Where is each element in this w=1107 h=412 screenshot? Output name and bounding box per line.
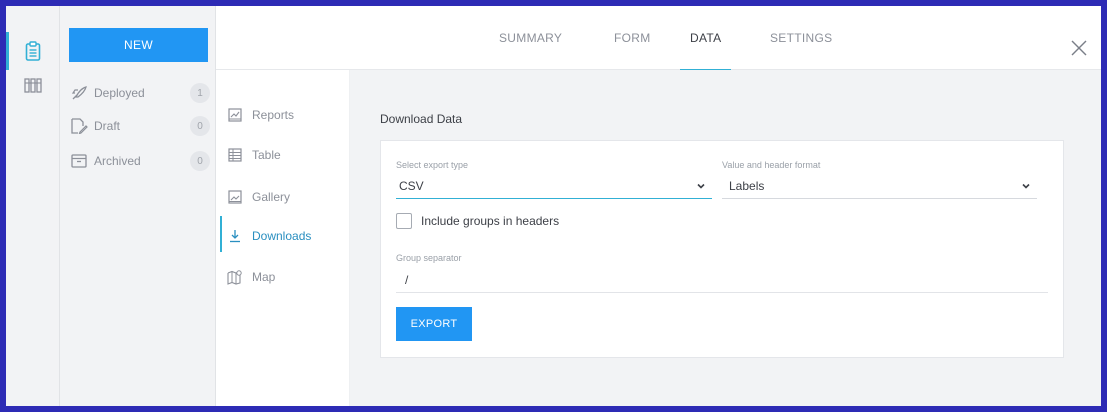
tab-summary[interactable]: SUMMARY bbox=[499, 6, 562, 70]
table-icon bbox=[226, 146, 244, 164]
new-button[interactable]: NEW bbox=[69, 28, 208, 62]
project-filter-label: Deployed bbox=[94, 86, 145, 100]
project-filter-archived[interactable]: Archived 0 bbox=[70, 150, 210, 172]
export-type-label: Select export type bbox=[396, 160, 469, 170]
close-button[interactable] bbox=[1069, 38, 1089, 58]
app-frame: NEW Deployed 1 Draft 0 Archived 0 SUMMAR… bbox=[6, 6, 1101, 406]
active-indicator bbox=[220, 216, 222, 252]
icon-rail bbox=[6, 6, 60, 406]
chevron-down-icon bbox=[697, 183, 705, 189]
subnav-label: Map bbox=[252, 270, 276, 284]
subnav-item-reports[interactable]: Reports bbox=[226, 104, 346, 126]
subnav-item-downloads[interactable]: Downloads bbox=[226, 225, 346, 247]
group-separator-input[interactable]: / bbox=[396, 267, 1048, 293]
tab-form[interactable]: FORM bbox=[614, 6, 651, 70]
draft-icon bbox=[70, 117, 90, 135]
tab-settings[interactable]: SETTINGS bbox=[770, 6, 832, 70]
project-filter-label: Draft bbox=[94, 119, 121, 133]
map-icon bbox=[226, 268, 244, 286]
projects-panel: NEW Deployed 1 Draft 0 Archived 0 bbox=[60, 6, 216, 406]
subnav-item-map[interactable]: Map bbox=[226, 266, 346, 288]
subnav-label: Downloads bbox=[252, 229, 312, 243]
data-subnav: Reports Table Gallery Downloads Map bbox=[216, 70, 350, 406]
chevron-down-icon bbox=[1022, 183, 1030, 189]
separator-value: / bbox=[405, 272, 409, 287]
library-rail-button[interactable] bbox=[18, 70, 48, 100]
rocket-icon bbox=[70, 84, 90, 102]
count-badge: 0 bbox=[190, 116, 210, 136]
export-card: Select export type CSV Value and header … bbox=[380, 140, 1064, 358]
separator-label: Group separator bbox=[396, 253, 462, 263]
section-title: Download Data bbox=[380, 112, 463, 126]
forms-rail-button[interactable] bbox=[6, 32, 48, 70]
include-groups-label: Include groups in headers bbox=[421, 214, 560, 228]
project-filter-draft[interactable]: Draft 0 bbox=[70, 115, 210, 137]
library-icon bbox=[24, 78, 42, 93]
subnav-item-gallery[interactable]: Gallery bbox=[226, 186, 346, 208]
format-value: Labels bbox=[729, 178, 765, 193]
include-groups-row[interactable]: Include groups in headers bbox=[396, 213, 559, 229]
clipboard-icon bbox=[25, 41, 41, 61]
project-filter-label: Archived bbox=[94, 154, 141, 168]
format-select[interactable]: Labels bbox=[722, 173, 1037, 199]
top-tab-bar: SUMMARY FORM DATA SETTINGS bbox=[216, 6, 1101, 71]
subnav-label: Gallery bbox=[252, 190, 291, 204]
downloads-content: Download Data Select export type CSV Val… bbox=[350, 70, 1101, 406]
export-type-value: CSV bbox=[399, 178, 424, 193]
subnav-label: Reports bbox=[252, 108, 295, 122]
reports-icon bbox=[226, 106, 244, 124]
close-icon bbox=[1071, 40, 1087, 56]
include-groups-checkbox[interactable] bbox=[396, 213, 412, 229]
main-area: SUMMARY FORM DATA SETTINGS Reports Table… bbox=[216, 6, 1101, 406]
tab-data[interactable]: DATA bbox=[679, 6, 733, 71]
subnav-item-table[interactable]: Table bbox=[226, 144, 346, 166]
format-label: Value and header format bbox=[722, 160, 821, 170]
download-icon bbox=[226, 227, 244, 245]
export-button[interactable]: EXPORT bbox=[396, 307, 472, 341]
gallery-icon bbox=[226, 188, 244, 206]
subnav-label: Table bbox=[252, 148, 281, 162]
export-type-select[interactable]: CSV bbox=[396, 173, 712, 199]
count-badge: 1 bbox=[190, 83, 210, 103]
project-filter-deployed[interactable]: Deployed 1 bbox=[70, 82, 210, 104]
count-badge: 0 bbox=[190, 151, 210, 171]
archive-icon bbox=[70, 152, 90, 170]
